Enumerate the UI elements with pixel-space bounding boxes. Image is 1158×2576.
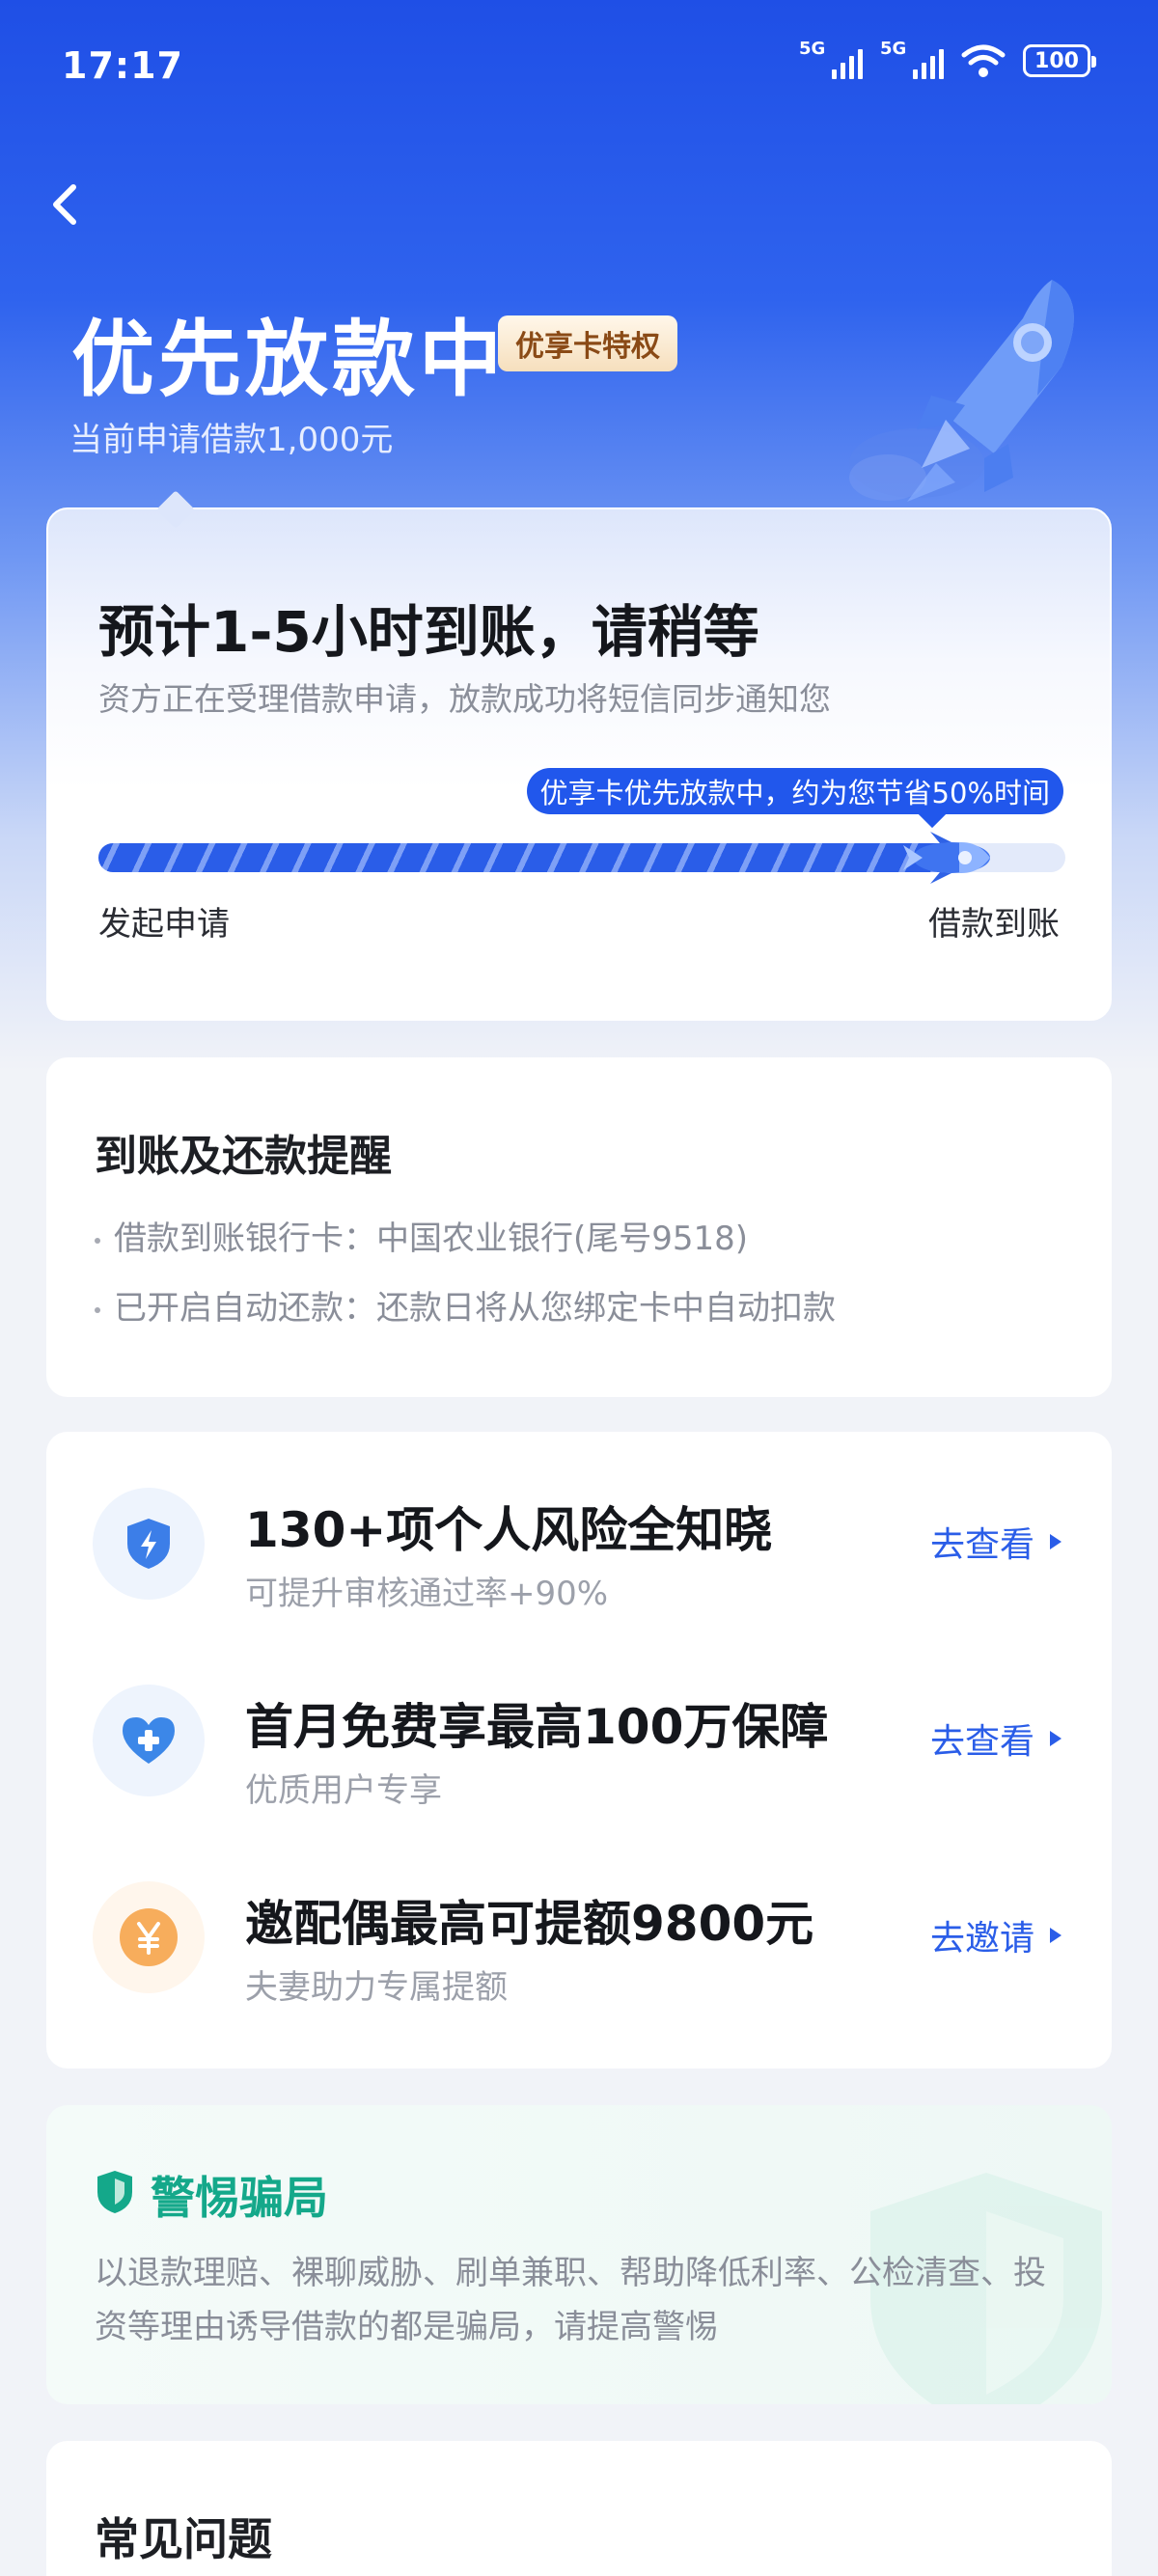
yen-coin-icon bbox=[120, 1908, 178, 1966]
progress-fill bbox=[98, 843, 969, 872]
services-card: 130+项个人风险全知晓 可提升审核通过率+90% 去查看 首月免费享最高100… bbox=[46, 1432, 1112, 2069]
progress-rocket-icon bbox=[902, 832, 990, 884]
service-title: 首月免费享最高100万保障 bbox=[245, 1699, 829, 1755]
status-icons: 5G 5G 100 bbox=[799, 39, 1096, 79]
service-title: 邀配偶最高可提额9800元 bbox=[245, 1896, 814, 1952]
fraud-warning-title: 警惕骗局 bbox=[151, 2172, 328, 2224]
service-subtitle: 优质用户专享 bbox=[245, 1771, 442, 1810]
page-title: 优先放款中 bbox=[71, 312, 506, 408]
shield-icon bbox=[97, 2171, 132, 2213]
service-subtitle: 可提升审核通过率+90% bbox=[245, 1575, 609, 1613]
signal-icon-2: 5G bbox=[880, 39, 944, 79]
bank-card-line: 借款到账银行卡：中国农业银行(尾号9518) bbox=[95, 1212, 748, 1259]
faq-title: 常见问题 bbox=[95, 2513, 272, 2565]
auto-repay-line: 已开启自动还款：还款日将从您绑定卡中自动扣款 bbox=[95, 1281, 836, 1329]
bank-card-text: 借款到账银行卡：中国农业银行(尾号9518) bbox=[114, 1219, 749, 1258]
battery-level: 100 bbox=[1034, 48, 1079, 73]
invite-button[interactable]: 去邀请 bbox=[930, 1910, 1062, 1960]
insurance-icon-wrap bbox=[93, 1685, 205, 1796]
loan-progress-card: 预计1-5小时到账，请稍等 资方正在受理借款申请，放款成功将短信同步通知您 优享… bbox=[46, 507, 1112, 1021]
invite-button-label: 去邀请 bbox=[929, 1919, 1034, 1959]
time-saving-tip: 优享卡优先放款中，约为您节省50%时间 bbox=[526, 768, 1063, 814]
auto-repay-text: 已开启自动还款：还款日将从您绑定卡中自动扣款 bbox=[114, 1289, 836, 1328]
risk-icon-wrap bbox=[93, 1488, 205, 1600]
progress-track bbox=[98, 832, 1065, 884]
bullet-dot bbox=[95, 1237, 100, 1244]
back-arrow-icon[interactable] bbox=[44, 176, 87, 233]
network-type-label-2: 5G bbox=[880, 39, 907, 59]
view-button[interactable]: 去查看 bbox=[930, 1713, 1062, 1764]
view-button-label: 去查看 bbox=[929, 1722, 1034, 1762]
service-item-risk[interactable]: 130+项个人风险全知晓 可提升审核通过率+90% 去查看 bbox=[46, 1449, 1112, 1642]
progress-start-label: 发起申请 bbox=[98, 905, 230, 944]
service-title: 130+项个人风险全知晓 bbox=[245, 1502, 773, 1558]
arrow-right-icon bbox=[1050, 1534, 1062, 1549]
vip-privilege-badge: 优享卡特权 bbox=[498, 315, 677, 371]
arrow-right-icon bbox=[1050, 1731, 1062, 1746]
loan-amount-subtitle: 当前申请借款1,000元 bbox=[69, 421, 394, 459]
view-button-label: 去查看 bbox=[929, 1525, 1034, 1565]
status-bar: 17:17 5G 5G 100 bbox=[0, 0, 1158, 135]
fraud-warning-text: 以退款理赔、裸聊威胁、刷单兼职、帮助降低利率、公检清查、投资等理由诱导借款的都是… bbox=[95, 2254, 1046, 2346]
service-item-spouse[interactable]: 邀配偶最高可提额9800元 夫妻助力专属提额 去邀请 bbox=[46, 1843, 1112, 2036]
shield-bolt-icon bbox=[127, 1519, 170, 1569]
status-time: 17:17 bbox=[62, 44, 183, 87]
faq-card: 常见问题 bbox=[46, 2441, 1112, 2576]
fraud-warning-card: 警惕骗局 以退款理赔、裸聊威胁、刷单兼职、帮助降低利率、公检清查、投资等理由诱导… bbox=[46, 2105, 1112, 2404]
battery-icon: 100 bbox=[1023, 44, 1096, 77]
service-item-insurance[interactable]: 首月免费享最高100万保障 优质用户专享 去查看 bbox=[46, 1646, 1112, 1839]
network-type-label: 5G bbox=[799, 39, 826, 59]
rocket-illustration-icon bbox=[849, 280, 1074, 502]
spouse-icon-wrap bbox=[93, 1881, 205, 1993]
arrow-right-icon bbox=[1050, 1928, 1062, 1943]
reminder-card: 到账及还款提醒 借款到账银行卡：中国农业银行(尾号9518) 已开启自动还款：还… bbox=[46, 1057, 1112, 1397]
signal-icon: 5G bbox=[799, 39, 863, 79]
arrival-estimate-subtitle: 资方正在受理借款申请，放款成功将短信同步通知您 bbox=[98, 680, 831, 718]
bullet-dot bbox=[95, 1306, 100, 1313]
arrival-estimate-title: 预计1-5小时到账，请稍等 bbox=[98, 599, 759, 665]
wifi-icon bbox=[961, 44, 1006, 77]
progress-end-label: 借款到账 bbox=[928, 905, 1060, 944]
reminder-title: 到账及还款提醒 bbox=[95, 1132, 392, 1181]
view-button[interactable]: 去查看 bbox=[930, 1517, 1062, 1567]
service-subtitle: 夫妻助力专属提额 bbox=[245, 1968, 508, 2007]
heart-plus-icon bbox=[123, 1717, 175, 1764]
